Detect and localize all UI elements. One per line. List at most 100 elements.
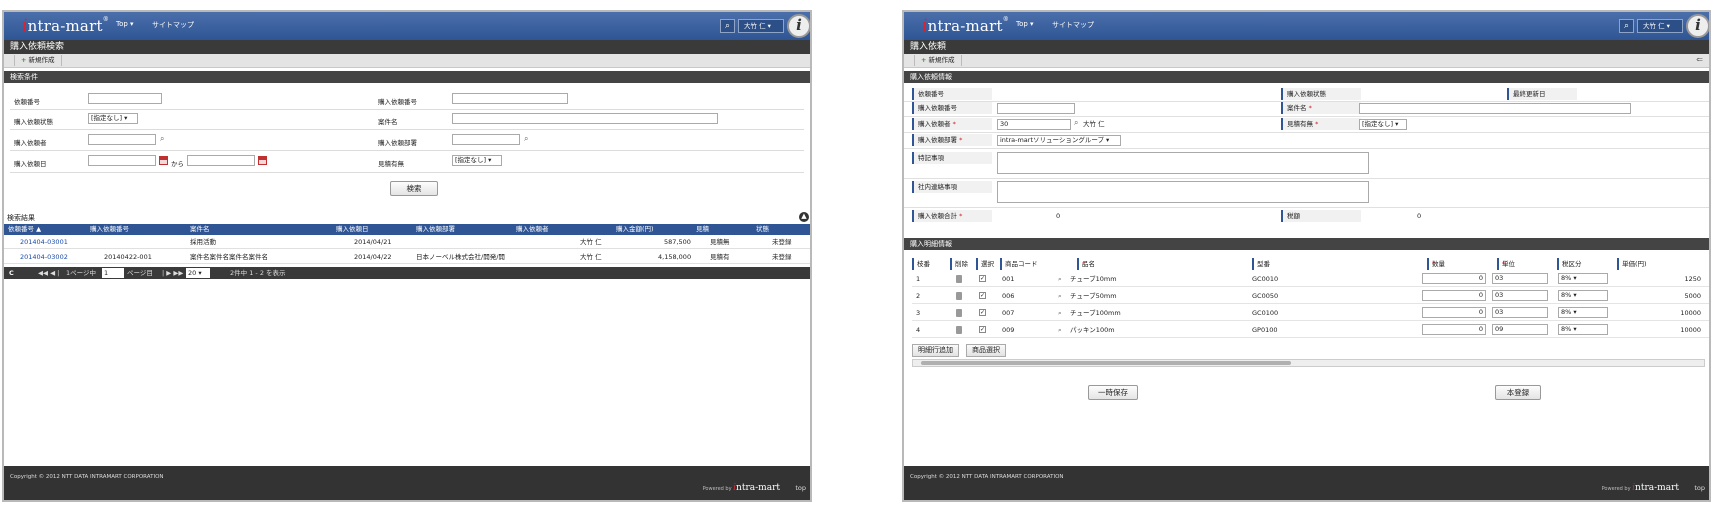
intra-mart-logo[interactable]: intra-mart® xyxy=(922,16,1009,36)
detail-row: 3 ✓ 007 ⌕ チューブ100mm GC0100 0 03 8% ▾ 100… xyxy=(912,305,1709,321)
request-no-link[interactable]: 201404-03001 xyxy=(20,235,68,249)
toolbar: + 新規作成 xyxy=(4,54,810,68)
pager-prev[interactable]: ◀◀ ◀ | xyxy=(38,267,59,279)
product-select-button[interactable]: 商品選択 xyxy=(966,344,1006,357)
calendar-icon[interactable] xyxy=(258,156,267,165)
search-button[interactable]: 検索 xyxy=(390,181,438,196)
requester-code-input[interactable]: 30 xyxy=(997,119,1071,130)
user-menu-dropdown[interactable]: 大竹 仁 ▾ xyxy=(1637,19,1683,33)
date-from-input[interactable] xyxy=(88,155,156,166)
search-icon[interactable]: ⌕ xyxy=(1058,305,1062,321)
select-checkbox[interactable]: ✓ xyxy=(979,309,986,316)
status-select[interactable]: [指定なし] ▾ xyxy=(88,113,138,124)
im-badge-icon[interactable]: i xyxy=(787,14,810,38)
tax-value: 0 xyxy=(1417,212,1422,220)
detail-table-header: 枝番 削除 選択 商品コード 品名 * 型番 数量 * 単位 * 税区分 単価(… xyxy=(912,258,1709,270)
qty-input[interactable]: 0 xyxy=(1422,324,1486,335)
subject-label: 案件名 * xyxy=(1281,102,1361,114)
tax-select[interactable]: 8% ▾ xyxy=(1558,324,1608,335)
nav-sitemap-link[interactable]: サイトマップ xyxy=(152,20,194,30)
purchase-request-window: intra-mart® Top ▾ サイトマップ ⌕ 大竹 仁 ▾ i 購入依頼… xyxy=(902,10,1711,502)
back-icon[interactable]: ⇐ xyxy=(1696,55,1703,64)
estimate-select[interactable]: [指定なし] ▾ xyxy=(452,155,502,166)
unit-input[interactable]: 09 xyxy=(1492,324,1548,335)
top-link[interactable]: top xyxy=(795,484,806,492)
user-menu-dropdown[interactable]: 大竹 仁 ▾ xyxy=(738,19,784,33)
col-amount[interactable]: 購入金額(円) xyxy=(616,224,654,235)
purchase-no-input[interactable] xyxy=(997,103,1075,114)
search-icon[interactable]: ⌕ xyxy=(1058,322,1062,338)
col-status[interactable]: 状態 xyxy=(756,224,769,235)
purchase-request-no-input[interactable] xyxy=(452,93,568,104)
divider xyxy=(10,109,804,110)
search-icon[interactable]: ⌕ xyxy=(720,19,735,33)
top-link[interactable]: top xyxy=(1694,484,1705,492)
nav-top-menu[interactable]: Top ▾ xyxy=(1016,20,1034,28)
subject-input[interactable] xyxy=(452,113,718,124)
pager-next[interactable]: | ▶ ▶▶ xyxy=(162,267,183,279)
calendar-icon[interactable] xyxy=(159,156,168,165)
page-title: 購入依頼 xyxy=(904,40,1709,54)
select-checkbox[interactable]: ✓ xyxy=(979,292,986,299)
intra-mart-logo[interactable]: intra-mart® xyxy=(22,16,109,36)
select-checkbox[interactable]: ✓ xyxy=(979,326,986,333)
search-icon[interactable]: ⌕ xyxy=(160,134,164,144)
qty-input[interactable]: 0 xyxy=(1422,273,1486,284)
col-date[interactable]: 購入依頼日 xyxy=(336,224,369,235)
select-checkbox[interactable]: ✓ xyxy=(979,275,986,282)
date-to-input[interactable] xyxy=(187,155,255,166)
col-dept[interactable]: 購入依頼部署 xyxy=(416,224,455,235)
horizontal-scrollbar[interactable] xyxy=(912,359,1705,367)
request-no-input[interactable] xyxy=(88,93,162,104)
collapse-icon[interactable]: ▲ xyxy=(799,212,809,222)
col-requester[interactable]: 購入依頼者 xyxy=(516,224,549,235)
dept-input[interactable] xyxy=(452,134,520,145)
per-page-select[interactable]: 20 ▾ xyxy=(186,268,210,278)
request-no-link[interactable]: 201404-03002 xyxy=(20,250,68,264)
qty-input[interactable]: 0 xyxy=(1422,290,1486,301)
subject-label: 案件名 xyxy=(378,118,398,126)
unit-input[interactable]: 03 xyxy=(1492,290,1548,301)
trash-icon[interactable] xyxy=(956,292,962,300)
trash-icon[interactable] xyxy=(956,275,962,283)
internal-notes-textarea[interactable] xyxy=(997,181,1369,203)
scrollbar-thumb[interactable] xyxy=(921,361,1291,365)
search-icon[interactable]: ⌕ xyxy=(524,134,528,144)
internal-notes-label: 社内連絡事項 xyxy=(912,181,992,193)
im-badge-icon[interactable]: i xyxy=(1686,14,1709,38)
col-estimate[interactable]: 見積 xyxy=(696,224,709,235)
new-create-button[interactable]: + 新規作成 xyxy=(914,55,962,66)
trash-icon[interactable] xyxy=(956,309,962,317)
register-button[interactable]: 本登録 xyxy=(1495,385,1541,400)
detail-row: 1 ✓ 001 ⌕ チューブ10mm GC0010 0 03 8% ▾ 1250 xyxy=(912,271,1709,287)
refresh-icon[interactable]: C xyxy=(9,267,14,279)
tax-select[interactable]: 8% ▾ xyxy=(1558,307,1608,318)
intra-mart-logo: intra-mart xyxy=(1632,483,1679,493)
col-purchase-no[interactable]: 購入依頼番号 xyxy=(90,224,129,235)
col-subject[interactable]: 案件名 xyxy=(190,224,210,235)
add-row-button[interactable]: 明細行追加 xyxy=(912,344,959,357)
footer: Copyright © 2012 NTT DATA INTRAMART CORP… xyxy=(904,466,1709,500)
unit-input[interactable]: 03 xyxy=(1492,307,1548,318)
estimate-select[interactable]: [指定なし] ▾ xyxy=(1359,119,1407,130)
qty-input[interactable]: 0 xyxy=(1422,307,1486,318)
tax-select[interactable]: 8% ▾ xyxy=(1558,290,1608,301)
search-icon[interactable]: ⌕ xyxy=(1619,19,1634,33)
trash-icon[interactable] xyxy=(956,326,962,334)
divider xyxy=(10,129,804,130)
page-number-input[interactable]: 1 xyxy=(102,268,124,278)
special-notes-textarea[interactable] xyxy=(997,152,1369,174)
requester-input[interactable] xyxy=(88,134,156,145)
unit-input[interactable]: 03 xyxy=(1492,273,1548,284)
subject-input[interactable] xyxy=(1359,103,1631,114)
nav-top-menu[interactable]: Top ▾ xyxy=(116,20,134,28)
search-icon[interactable]: ⌕ xyxy=(1058,271,1062,287)
col-request-no[interactable]: 依頼番号 ▲ xyxy=(8,224,41,235)
nav-sitemap-link[interactable]: サイトマップ xyxy=(1052,20,1094,30)
search-icon[interactable]: ⌕ xyxy=(1074,118,1078,128)
search-icon[interactable]: ⌕ xyxy=(1058,288,1062,304)
tax-select[interactable]: 8% ▾ xyxy=(1558,273,1608,284)
temp-save-button[interactable]: 一時保存 xyxy=(1088,385,1138,400)
dept-select[interactable]: intra-martソリューショングループ ▾ xyxy=(997,135,1121,146)
new-create-button[interactable]: + 新規作成 xyxy=(14,55,62,66)
